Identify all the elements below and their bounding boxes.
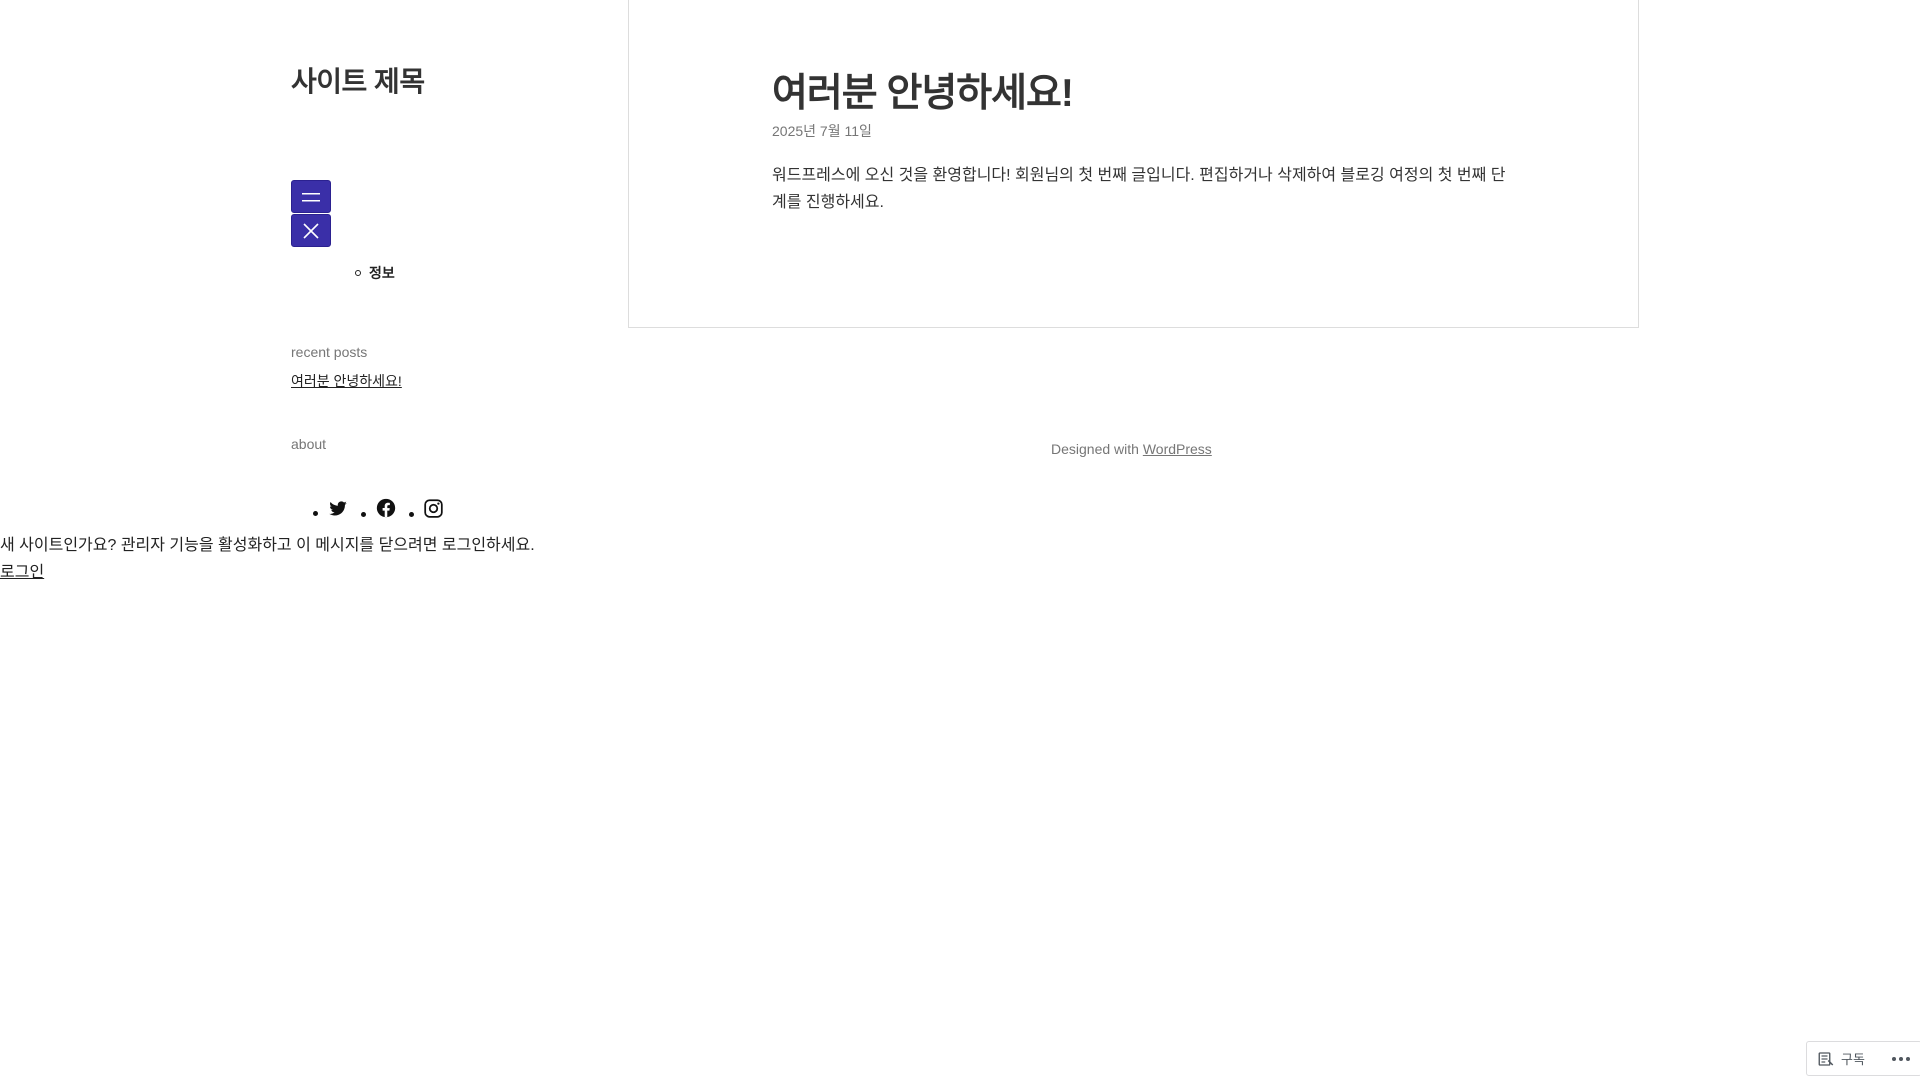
menu-icon — [302, 192, 320, 201]
submenu: 정보 — [355, 263, 395, 283]
bullet-icon — [355, 270, 361, 276]
social-item-facebook — [361, 497, 409, 519]
social-item-instagram — [409, 498, 456, 519]
wordpress-link[interactable]: WordPress — [1143, 441, 1212, 457]
submenu-item-label: 정보 — [369, 265, 395, 281]
admin-notice-text: 새 사이트인가요? 관리자 기능을 활성화하고 이 메시지를 닫으려면 로그인하… — [0, 537, 535, 554]
more-button[interactable] — [1891, 1056, 1911, 1062]
social-links — [313, 497, 456, 519]
bullet-dot — [409, 511, 414, 517]
footer-designed-with: Designed with — [1051, 441, 1143, 457]
menu-close-button[interactable] — [291, 214, 331, 247]
post-card: 여러분 안녕하세요! 2025년 7월 11일 워드프레스에 오신 것을 환영합… — [628, 0, 1639, 328]
twitter-icon — [329, 501, 347, 516]
subscribe-bar: 구독 — [1806, 1041, 1920, 1076]
facebook-link[interactable] — [375, 497, 397, 519]
reader-icon — [1818, 1051, 1834, 1066]
twitter-link[interactable] — [327, 498, 349, 518]
recent-post-link[interactable]: 여러분 안녕하세요! — [291, 371, 402, 391]
footer-credit: Designed with WordPress — [1051, 441, 1212, 457]
recent-posts-heading: recent posts — [291, 344, 368, 360]
facebook-icon — [376, 498, 396, 518]
post-title[interactable]: 여러분 안녕하세요! — [772, 62, 1074, 118]
login-link[interactable]: 로그인 — [0, 558, 44, 582]
instagram-icon — [424, 498, 443, 518]
menu-open-button[interactable] — [291, 180, 331, 213]
submenu-item-about[interactable]: 정보 — [355, 263, 395, 283]
subscribe-label: 구독 — [1841, 1052, 1865, 1067]
post-body: 워드프레스에 오신 것을 환영합니다! 회원님의 첫 번째 글입니다. 편집하거… — [772, 167, 1506, 211]
subscribe-button[interactable]: 구독 — [1817, 1049, 1865, 1068]
instagram-link[interactable] — [423, 498, 444, 519]
bullet-dot — [361, 512, 366, 517]
more-dots-icon — [1892, 1056, 1910, 1061]
bullet-dot — [313, 511, 318, 516]
post-date[interactable]: 2025년 7월 11일 — [772, 121, 872, 141]
close-icon — [303, 222, 319, 239]
about-heading: about — [291, 436, 327, 452]
social-item-twitter — [313, 498, 361, 518]
page: 사이트 제목 정보 recent posts 여러분 안녕하세요! about — [0, 0, 1920, 1080]
site-title[interactable]: 사이트 제목 — [291, 60, 425, 100]
